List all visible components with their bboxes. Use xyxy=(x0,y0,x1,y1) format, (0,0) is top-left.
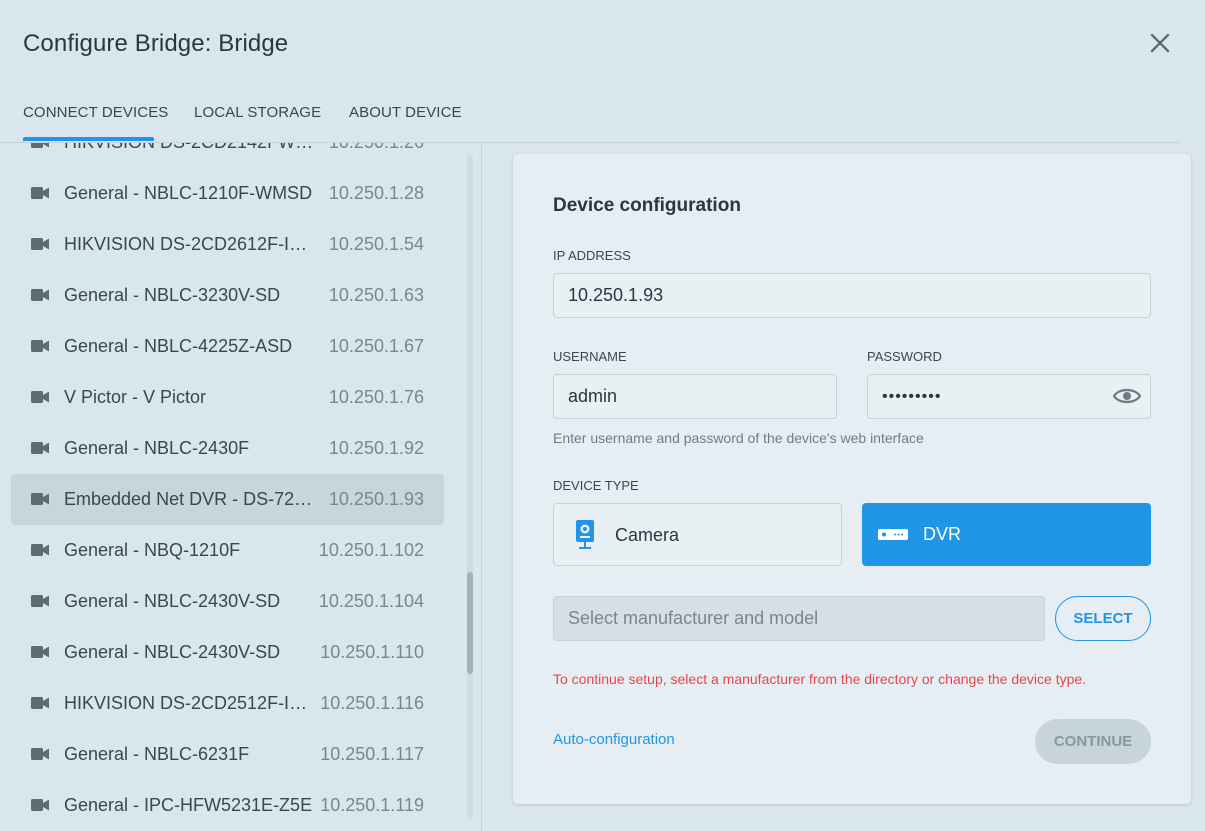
device-name: Embedded Net DVR - DS-720... xyxy=(64,489,314,509)
tab-connect-devices[interactable]: CONNECT DEVICES xyxy=(23,104,168,121)
device-list-item[interactable]: Embedded Net DVR - DS-720... 10.250.1.93 xyxy=(11,474,444,525)
video-camera-icon xyxy=(31,187,49,199)
username-label: USERNAME xyxy=(553,349,627,364)
device-name: General - NBLC-1210F-WMSD xyxy=(64,183,313,203)
video-camera-icon xyxy=(31,442,49,454)
camera-type-label: Camera xyxy=(615,525,680,545)
device-list-item[interactable]: V Pictor - V Pictor 10.250.1.76 xyxy=(11,372,444,423)
device-list-item[interactable]: General - NBLC-1210F-WMSD 10.250.1.28 xyxy=(11,168,444,219)
video-camera-icon xyxy=(31,493,49,505)
select-button[interactable]: SELECT xyxy=(1055,596,1151,641)
device-list-item[interactable]: General - NBLC-6231F 10.250.1.117 xyxy=(11,729,444,780)
device-ip: 10.250.1.67 xyxy=(328,336,424,356)
device-name: General - NBLC-3230V-SD xyxy=(64,285,281,305)
device-name: HIKVISION DS-2CD2142FWD-... xyxy=(64,143,314,153)
video-camera-icon xyxy=(31,340,49,352)
video-camera-icon xyxy=(31,544,49,556)
password-input[interactable]: ••••••••• xyxy=(867,374,1151,419)
device-list-item[interactable]: General - NBLC-4225Z-ASD 10.250.1.67 xyxy=(11,321,444,372)
manufacturer-model-input[interactable] xyxy=(553,596,1045,641)
device-ip: 10.250.1.117 xyxy=(320,744,424,764)
video-camera-icon xyxy=(31,289,49,301)
ip-address-input[interactable] xyxy=(553,273,1151,318)
device-name: General - IPC-HFW5231E-Z5E xyxy=(64,795,313,815)
device-ip: 10.250.1.92 xyxy=(328,438,424,458)
auto-configuration-link[interactable]: Auto-configuration xyxy=(553,731,675,748)
device-list-item[interactable]: General - NBLC-2430F 10.250.1.92 xyxy=(11,423,444,474)
device-name: General - NBLC-4225Z-ASD xyxy=(64,336,293,356)
device-list: HIKVISION DS-2CD2142FWD-... 10.250.1.26 Ge… xyxy=(11,143,444,831)
device-list-item[interactable]: HIKVISION DS-2CD2142FWD-... 10.250.1.26 xyxy=(11,143,444,168)
device-list-pane: HIKVISION DS-2CD2142FWD-... 10.250.1.26 Ge… xyxy=(0,143,482,831)
dvr-type-button[interactable]: DVR xyxy=(862,503,1151,566)
dvr-icon xyxy=(878,529,908,540)
device-name: General - NBLC-6231F xyxy=(64,744,250,764)
video-camera-icon xyxy=(31,799,49,811)
device-ip: 10.250.1.63 xyxy=(328,285,424,305)
device-list-item[interactable]: HIKVISION DS-2CD2612F-IS - ... 10.250.1.5… xyxy=(11,219,444,270)
tab-about-device[interactable]: ABOUT DEVICE xyxy=(349,104,462,121)
device-type-label: DEVICE TYPE xyxy=(553,478,639,493)
close-icon xyxy=(1150,33,1170,53)
device-ip: 10.250.1.26 xyxy=(329,143,424,153)
card-title: Device configuration xyxy=(553,195,741,216)
device-name: General - NBQ-1210F xyxy=(64,540,241,560)
video-camera-icon xyxy=(31,595,49,607)
tab-local-storage[interactable]: LOCAL STORAGE xyxy=(194,104,321,121)
device-ip: 10.250.1.76 xyxy=(328,387,424,407)
webcam-icon xyxy=(576,520,594,549)
device-ip: 10.250.1.119 xyxy=(320,795,424,815)
password-label: PASSWORD xyxy=(867,349,942,364)
username-input[interactable] xyxy=(553,374,837,419)
device-ip: 10.250.1.102 xyxy=(318,540,424,560)
device-name: General - NBLC-2430V-SD xyxy=(64,591,281,611)
video-camera-icon xyxy=(31,391,49,403)
device-list-item[interactable]: HIKVISION DS-2CD2512F-IS ... 10.250.1.116 xyxy=(11,678,444,729)
device-ip: 10.250.1.54 xyxy=(328,234,424,254)
scrollbar-track[interactable] xyxy=(467,155,473,820)
device-ip: 10.250.1.104 xyxy=(318,591,424,611)
ip-address-label: IP ADDRESS xyxy=(553,248,631,263)
device-list-item[interactable]: General - IPC-HFW5231E-Z5E 10.250.1.119 xyxy=(11,780,444,831)
video-camera-icon xyxy=(31,143,49,148)
device-name: General - NBLC-2430F xyxy=(64,438,250,458)
close-button[interactable] xyxy=(1144,27,1176,59)
device-ip: 10.250.1.93 xyxy=(328,489,424,509)
device-name: General - NBLC-2430V-SD xyxy=(64,642,281,662)
device-name: HIKVISION DS-2CD2612F-IS - ... xyxy=(64,234,314,254)
error-message: To continue setup, select a manufacturer… xyxy=(553,671,1087,687)
device-name: HIKVISION DS-2CD2512F-IS ... xyxy=(64,693,314,713)
device-configuration-card: Device configuration IP ADDRESS USERNAME… xyxy=(513,154,1191,804)
device-list-item[interactable]: General - NBLC-2430V-SD 10.250.1.104 xyxy=(11,576,444,627)
active-tab-indicator xyxy=(23,137,154,141)
video-camera-icon xyxy=(31,238,49,250)
device-ip: 10.250.1.110 xyxy=(320,642,424,662)
dvr-type-label: DVR xyxy=(923,524,962,544)
dialog-title: Configure Bridge: Bridge xyxy=(23,30,289,57)
tab-bar: CONNECT DEVICES LOCAL STORAGE ABOUT DEVI… xyxy=(0,90,1180,143)
camera-type-button[interactable]: Camera xyxy=(553,503,842,566)
device-name: V Pictor - V Pictor xyxy=(64,387,207,407)
video-camera-icon xyxy=(31,748,49,760)
eye-icon[interactable] xyxy=(1113,386,1141,406)
video-camera-icon xyxy=(31,697,49,709)
credentials-hint: Enter username and password of the devic… xyxy=(553,430,924,446)
device-ip: 10.250.1.28 xyxy=(328,183,424,203)
video-camera-icon xyxy=(31,646,49,658)
scrollbar-thumb[interactable] xyxy=(467,572,473,674)
device-list-item[interactable]: General - NBLC-3230V-SD 10.250.1.63 xyxy=(11,270,444,321)
continue-button[interactable]: CONTINUE xyxy=(1035,719,1151,764)
device-list-item[interactable]: General - NBQ-1210F 10.250.1.102 xyxy=(11,525,444,576)
device-ip: 10.250.1.116 xyxy=(320,693,424,713)
device-list-item[interactable]: General - NBLC-2430V-SD 10.250.1.110 xyxy=(11,627,444,678)
